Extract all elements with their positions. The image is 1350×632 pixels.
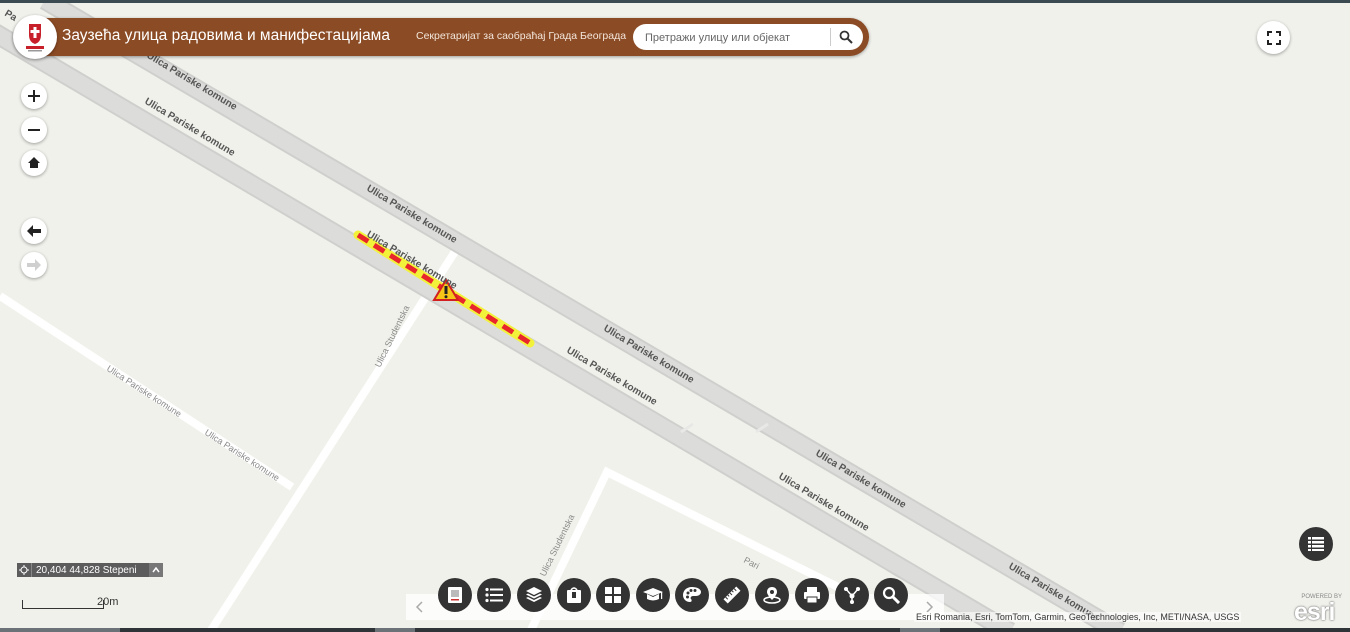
table-list-icon — [1308, 537, 1324, 551]
search-box — [633, 24, 863, 50]
arrow-right-icon — [27, 259, 41, 271]
app-subtitle: Секретаријат за саобраћај Града Београда — [416, 30, 627, 42]
search-separator — [830, 28, 831, 46]
plus-icon — [28, 90, 40, 102]
home-button[interactable] — [21, 150, 47, 176]
chevron-up-icon — [152, 567, 160, 573]
fullscreen-icon — [1266, 30, 1281, 45]
home-icon — [28, 157, 40, 168]
share-icon — [844, 587, 860, 604]
grid-icon — [605, 587, 621, 603]
bookmark-button[interactable] — [557, 578, 591, 612]
esri-logo[interactable]: POWERED BY esri — [1292, 594, 1346, 626]
draw-palette-button[interactable] — [675, 578, 709, 612]
fullscreen-button[interactable] — [1257, 21, 1290, 54]
next-extent-button[interactable] — [21, 252, 47, 278]
arrow-left-icon — [27, 225, 41, 237]
chevron-left-icon — [415, 601, 423, 613]
map-canvas[interactable]: Pa Ulica Pariske komune Ulica Pariske ko… — [0, 0, 1350, 632]
minus-icon — [28, 129, 40, 131]
layers-button[interactable] — [517, 578, 551, 612]
graduation-cap-icon — [643, 588, 663, 601]
map-attribution: Esri Romania, Esri, TomTom, Garmin, GeoT… — [914, 612, 1242, 622]
about-document-icon — [448, 587, 462, 603]
printer-icon — [804, 587, 820, 604]
print-button[interactable] — [795, 578, 829, 612]
top-border — [0, 0, 1350, 3]
palette-icon — [683, 587, 701, 602]
measure-button[interactable] — [715, 578, 749, 612]
previous-extent-button[interactable] — [21, 218, 47, 244]
toolbar-prev-button[interactable] — [411, 597, 427, 617]
locate-coordinates-button[interactable] — [17, 563, 32, 577]
bookmark-bag-icon — [567, 587, 581, 603]
layers-icon — [526, 587, 542, 602]
coordinates-widget: 20,404 44,828 Stepeni — [17, 563, 163, 577]
attribute-table-button[interactable] — [1299, 527, 1333, 561]
coordinates-readout: 20,404 44,828 Stepeni — [36, 564, 137, 576]
scale-label: 20m — [97, 596, 119, 608]
zoom-out-button[interactable] — [21, 117, 47, 143]
app-title: Заузећа улица радовима и манифестацијама — [62, 27, 390, 44]
zoom-in-button[interactable] — [21, 83, 47, 109]
bottom-border — [0, 628, 1350, 632]
ruler-icon — [723, 586, 741, 604]
magnifier-icon — [882, 586, 900, 604]
search-button[interactable] — [834, 27, 858, 47]
about-button[interactable] — [438, 578, 472, 612]
education-button[interactable] — [636, 578, 670, 612]
location-pin-icon — [763, 587, 781, 604]
list-icon — [485, 587, 503, 603]
search-icon — [839, 30, 853, 44]
esri-wordmark: esri — [1294, 598, 1335, 626]
crosshair-icon — [19, 565, 29, 575]
legend-button[interactable] — [477, 578, 511, 612]
locate-button[interactable] — [755, 578, 789, 612]
search-tool-button[interactable] — [874, 578, 908, 612]
scale-bar — [22, 600, 104, 609]
share-button[interactable] — [835, 578, 869, 612]
search-input[interactable] — [643, 28, 827, 48]
city-coat-of-arms-logo — [13, 15, 57, 59]
basemap-gallery-button[interactable] — [596, 578, 630, 612]
coordinates-units-toggle[interactable] — [149, 563, 163, 577]
